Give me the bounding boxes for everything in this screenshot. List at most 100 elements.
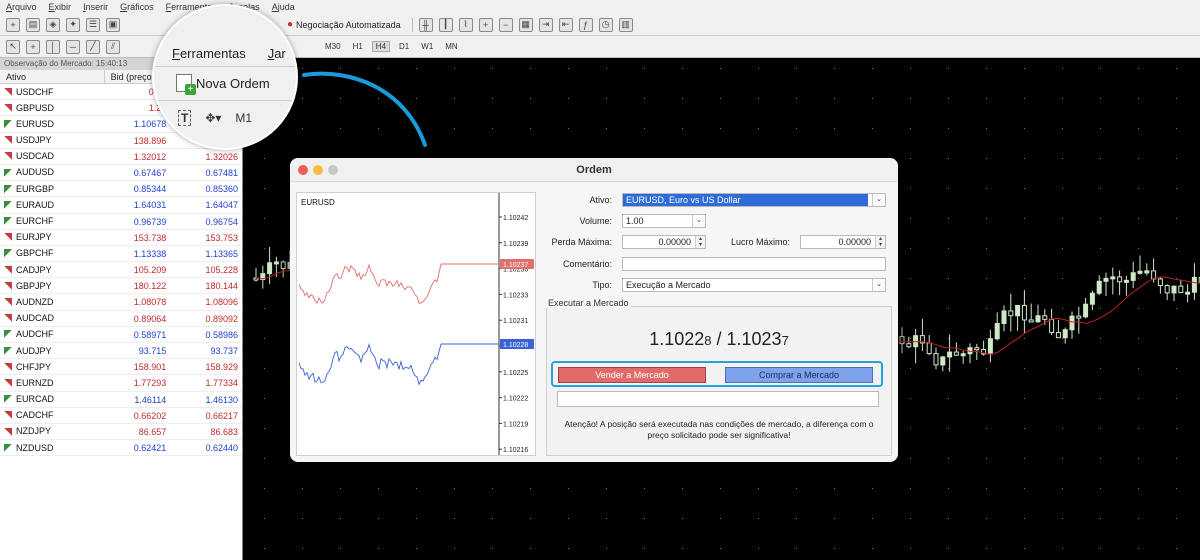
symbol-name: EURCAD (16, 394, 55, 405)
timeframe-m30[interactable]: M30 (322, 42, 344, 51)
symbol-cell: CADCHF (0, 408, 105, 423)
indicators-icon[interactable]: ƒ (578, 17, 593, 32)
market-watch-row[interactable]: AUDCHF 0.58971 0.58986 (0, 327, 242, 343)
bid-cell: 138.896 (133, 135, 167, 146)
down-arrow-icon (4, 281, 12, 290)
stop-loss-input[interactable]: 0.00000 ▴ ▾ (622, 235, 706, 249)
profiles-icon[interactable]: ▤ (26, 17, 40, 32)
chevron-down-icon: ⌄ (872, 279, 885, 291)
market-watch-row[interactable]: AUDUSD 0.67467 0.67481 (0, 165, 242, 182)
chevron-down-icon: ⌄ (872, 194, 885, 206)
ask-cell: 158.929 (205, 362, 238, 373)
timeframe-w1[interactable]: W1 (418, 42, 436, 51)
timeframe-h4[interactable]: H4 (371, 41, 391, 52)
market-watch-row[interactable]: CADJPY 105.209 105.228 (0, 262, 242, 279)
up-arrow-icon (4, 119, 12, 128)
market-watch-row[interactable]: USDCAD 1.32012 1.32026 (0, 149, 242, 165)
trendline-icon[interactable]: ╱ (86, 39, 100, 54)
ask-series-line (298, 263, 442, 304)
vertical-line-icon[interactable]: │ (46, 39, 60, 54)
dialog-titlebar: Ordem (290, 158, 898, 182)
market-watch-row[interactable]: EURCHF 0.96739 0.96754 (0, 214, 242, 230)
market-watch-row[interactable]: EURGBP 0.85344 0.85360 (0, 181, 242, 198)
menu-charts[interactable]: Gráficos (120, 2, 154, 12)
zoom-timeframe-m1[interactable]: M1 (235, 111, 252, 125)
channel-icon[interactable]: ⫽ (106, 39, 120, 54)
market-watch-row[interactable]: NZDUSD 0.62421 0.62440 (0, 440, 242, 457)
comment-input[interactable] (622, 257, 886, 271)
price-tick-label: 1.10216 (503, 447, 528, 454)
algo-trading-button[interactable]: ● Negociação Automatizada (282, 17, 406, 33)
column-symbol[interactable]: Ativo (0, 70, 105, 83)
crosshair-icon[interactable]: + (26, 39, 40, 54)
new-order-button[interactable]: + Nova Ordem (176, 74, 270, 95)
market-watch-row[interactable]: GBPJPY 180.122 180.144 (0, 278, 242, 295)
ask-cell: 0.62440 (205, 443, 238, 454)
stop-loss-label: Perda Máxima: (551, 237, 612, 247)
zoom-menu-windows[interactable]: Jar (268, 46, 286, 61)
zoom-menu-tools[interactable]: Ferramentas (172, 46, 246, 61)
symbol-cell: NZDUSD (0, 440, 105, 455)
type-select[interactable]: Execução a Mercado ⌄ (622, 278, 886, 292)
navigator-icon[interactable]: ✦ (66, 17, 80, 32)
menu-insert[interactable]: Inserir (83, 2, 108, 12)
volume-select[interactable]: 1.00 ⌄ (622, 214, 706, 228)
market-watch-row[interactable]: EURAUD 1.64031 1.64047 (0, 197, 242, 214)
symbol-name: USDCHF (16, 86, 54, 97)
autoscroll-icon[interactable]: ⇥ (538, 17, 553, 32)
algo-trading-label: Negociação Automatizada (296, 19, 401, 30)
zoom-out-icon[interactable]: − (498, 17, 513, 32)
periods-icon[interactable]: ◷ (598, 17, 613, 32)
new-chart-icon[interactable]: + (6, 17, 20, 32)
zoom-in-icon[interactable]: + (478, 17, 493, 32)
line-chart-icon[interactable]: ⌇ (458, 17, 473, 32)
market-watch-row[interactable]: AUDNZD 1.08078 1.08096 (0, 294, 242, 311)
market-watch-row[interactable]: AUDJPY 93.715 93.737 (0, 343, 242, 360)
cursor-icon[interactable]: ↖ (6, 39, 20, 54)
symbol-name: CADCHF (16, 410, 54, 421)
data-window-icon[interactable]: ☰ (86, 17, 100, 32)
terminal-icon[interactable]: ▣ (106, 17, 120, 32)
timeframe-d1[interactable]: D1 (396, 42, 412, 51)
stepper-icon[interactable]: ▴ ▾ (875, 236, 885, 248)
market-watch-icon[interactable]: ◈ (46, 17, 60, 32)
text-tool-icon[interactable]: T (178, 110, 192, 126)
take-profit-input[interactable]: 0.00000 ▴ ▾ (800, 235, 886, 249)
volume-label: Volume: (579, 216, 612, 226)
new-order-icon: + (176, 74, 196, 95)
symbol-name: AUDCHF (16, 329, 54, 340)
symbol-name: EURGBP (16, 183, 55, 194)
chart-shift-icon[interactable]: ⇤ (558, 17, 573, 32)
market-watch-row[interactable]: GBPCHF 1.13338 1.13365 (0, 246, 242, 263)
menu-help[interactable]: Ajuda (272, 2, 295, 12)
tile-windows-icon[interactable]: ▦ (518, 17, 533, 32)
horizontal-line-icon[interactable]: ─ (66, 39, 80, 54)
market-watch-row[interactable]: CADCHF 0.66202 0.66217 (0, 408, 242, 424)
symbol-cell: AUDCHF (0, 327, 105, 342)
symbol-name: GBPJPY (16, 280, 52, 291)
bar-chart-icon[interactable]: ╫ (418, 17, 433, 32)
down-arrow-icon (4, 427, 12, 436)
timeframe-mn[interactable]: MN (442, 42, 460, 51)
timeframe-h1[interactable]: H1 (350, 42, 366, 51)
market-watch-row[interactable]: AUDCAD 0.89064 0.89092 (0, 311, 242, 327)
symbol-select[interactable]: EURUSD, Euro vs US Dollar ⌄ (622, 193, 886, 207)
templates-icon[interactable]: ▥ (618, 17, 633, 32)
market-watch-row[interactable]: CHFJPY 158.901 158.929 (0, 359, 242, 376)
symbol-value: EURUSD, Euro vs US Dollar (623, 194, 868, 206)
arrows-tool-icon[interactable]: ✥▾ (205, 111, 221, 125)
sell-market-button[interactable]: Vender a Mercado (558, 367, 706, 383)
up-arrow-icon (4, 330, 12, 339)
take-profit-label: Lucro Máximo: (730, 237, 790, 247)
menu-view[interactable]: Exibir (49, 2, 72, 12)
market-watch-row[interactable]: EURJPY 153.738 153.753 (0, 230, 242, 246)
market-watch-row[interactable]: EURCAD 1.46114 1.46130 (0, 392, 242, 408)
market-watch-row[interactable]: EURNZD 1.77293 1.77334 (0, 375, 242, 392)
symbol-name: GBPUSD (16, 102, 55, 113)
stepper-icon[interactable]: ▴ ▾ (695, 236, 705, 248)
menu-file[interactable]: Arquivo (6, 2, 37, 12)
buy-market-button[interactable]: Comprar a Mercado (725, 367, 873, 383)
market-watch-row[interactable]: NZDJPY 86.657 86.683 (0, 424, 242, 441)
new-order-label: Nova Ordem (196, 75, 270, 91)
candlestick-icon[interactable]: ┃ (438, 17, 453, 32)
